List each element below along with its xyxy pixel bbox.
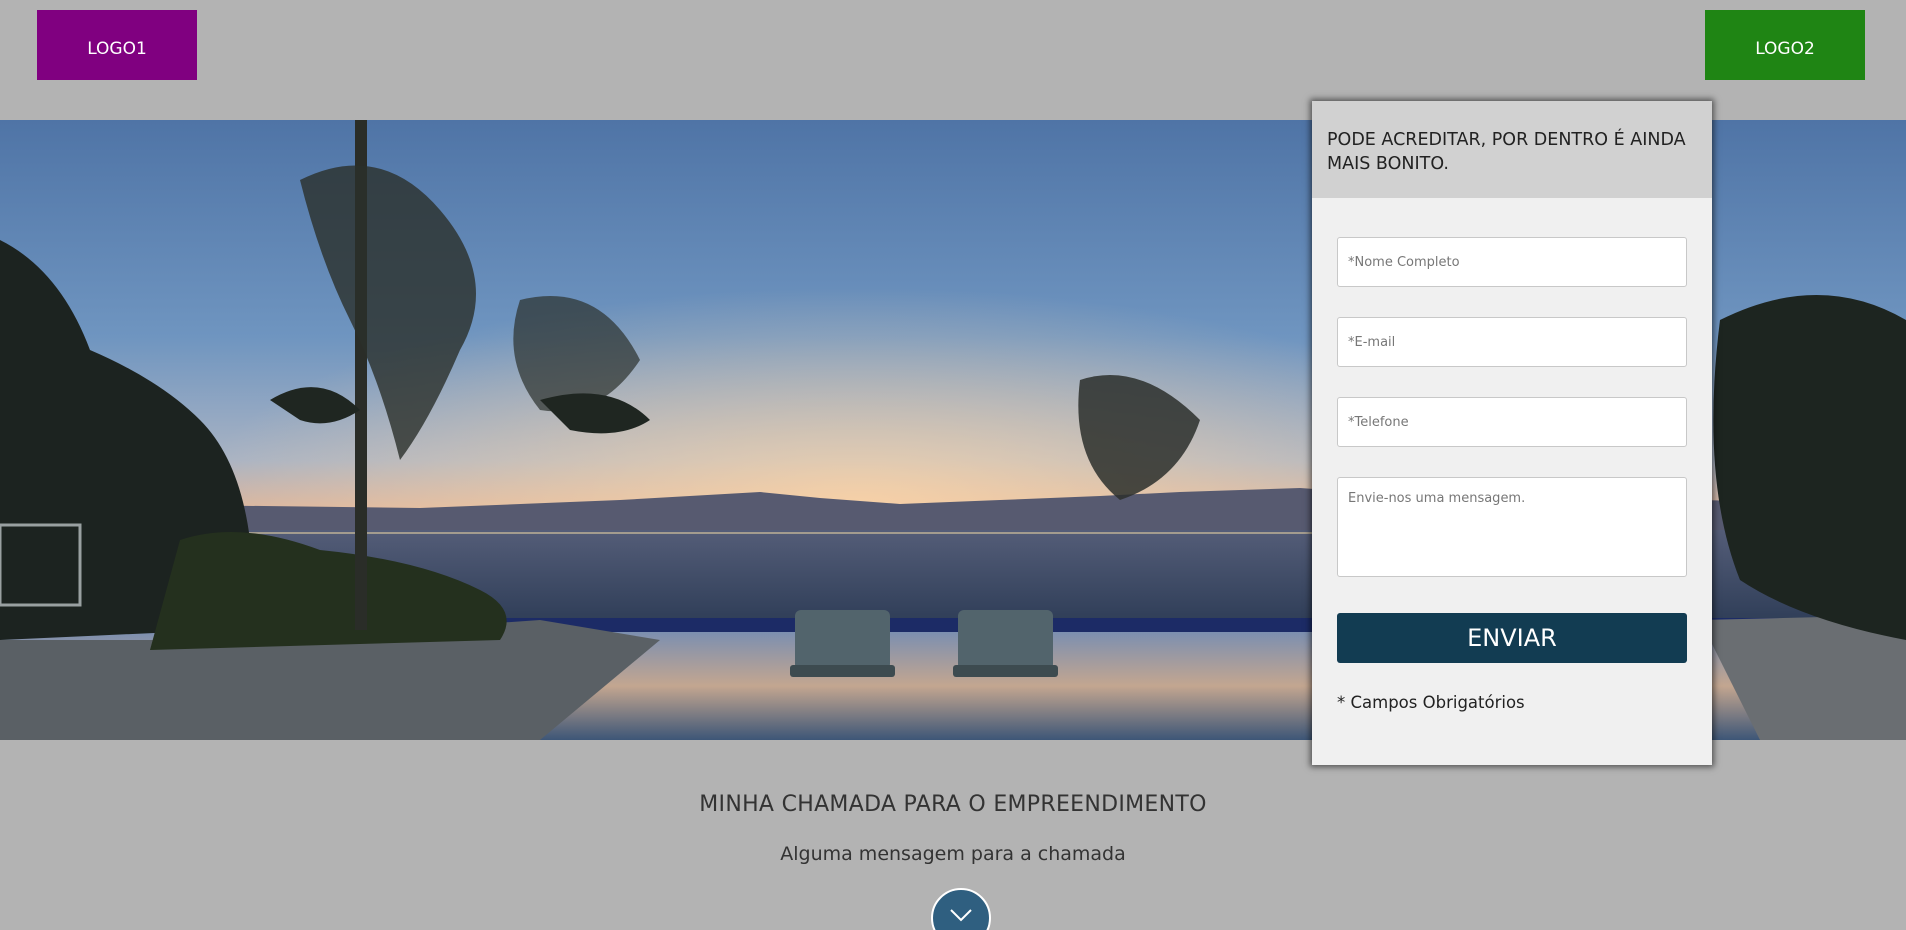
required-fields-note: * Campos Obrigatórios: [1337, 693, 1525, 712]
chevron-down-icon: [950, 909, 972, 922]
form-heading: PODE ACREDITAR, POR DENTRO É AINDA MAIS …: [1312, 101, 1712, 198]
message-field[interactable]: [1337, 477, 1687, 577]
contact-form-card: PODE ACREDITAR, POR DENTRO É AINDA MAIS …: [1312, 101, 1712, 765]
scroll-down-button[interactable]: [931, 888, 991, 930]
landing-page: LOGO1 LOGO2 PODE ACREDITAR, POR DENTRO É…: [0, 0, 1906, 930]
logo2[interactable]: LOGO2: [1705, 10, 1865, 80]
phone-field[interactable]: [1337, 397, 1687, 447]
send-button[interactable]: ENVIAR: [1337, 613, 1687, 663]
form-body: ENVIAR * Campos Obrigatórios: [1312, 198, 1712, 712]
name-field[interactable]: [1337, 237, 1687, 287]
call-to-action-section: MINHA CHAMADA PARA O EMPREENDIMENTO Algu…: [0, 740, 1906, 930]
section-subtitle: Alguma mensagem para a chamada: [780, 843, 1126, 865]
logo1[interactable]: LOGO1: [37, 10, 197, 80]
section-title: MINHA CHAMADA PARA O EMPREENDIMENTO: [699, 792, 1207, 817]
email-field[interactable]: [1337, 317, 1687, 367]
